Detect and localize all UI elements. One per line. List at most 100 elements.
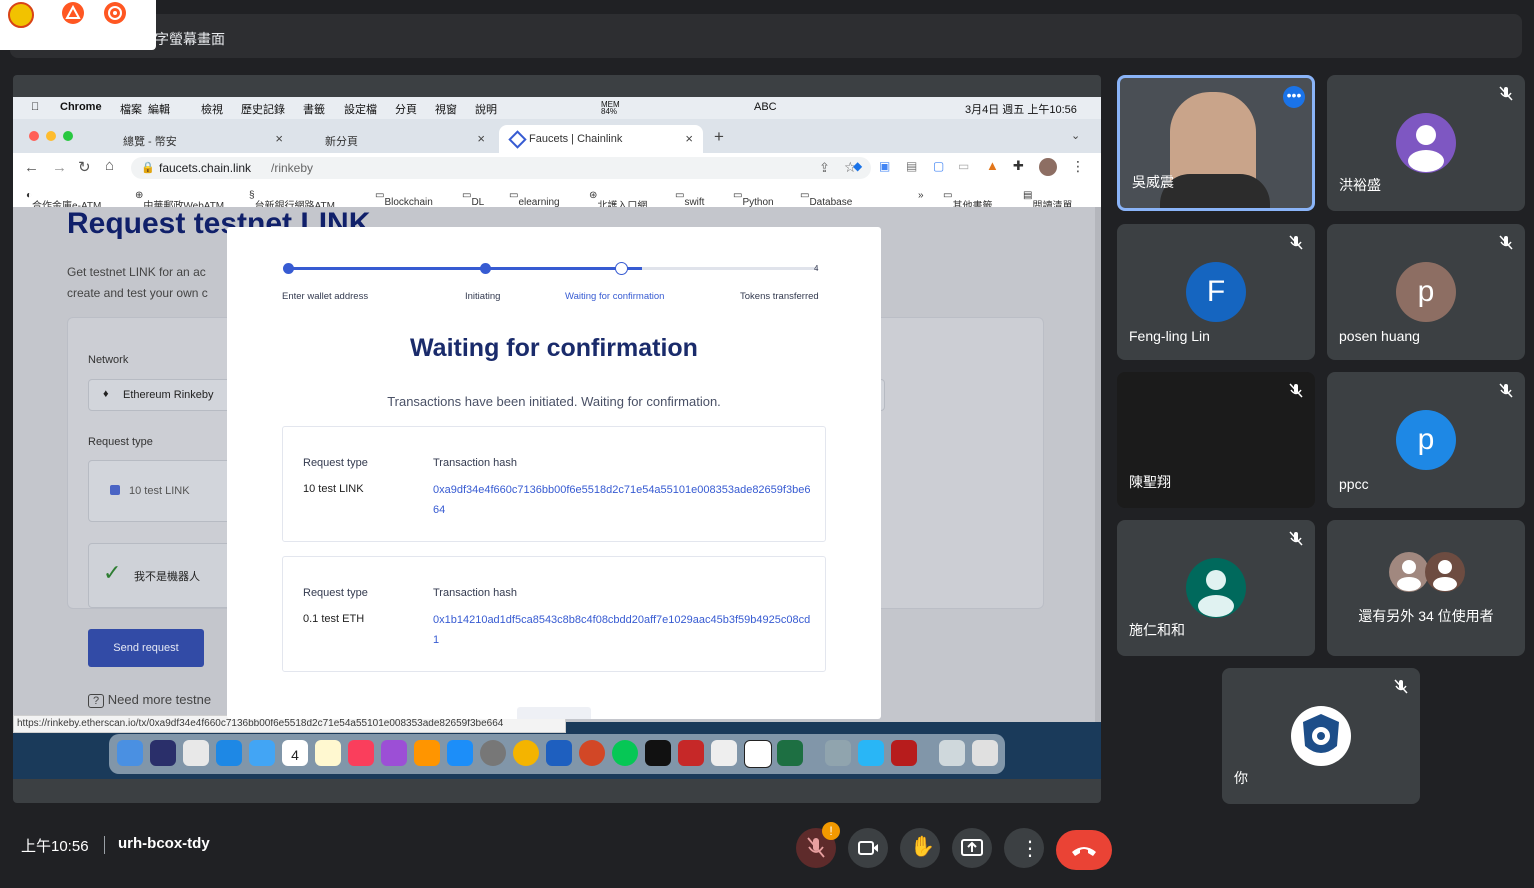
app-store-icon[interactable] <box>447 740 473 766</box>
trash-icon[interactable] <box>972 740 998 766</box>
dictionary-icon[interactable] <box>891 740 917 766</box>
participant-tile[interactable]: 陳聖翔 <box>1117 372 1315 508</box>
new-tab-button[interactable]: + <box>714 127 724 147</box>
omnibox[interactable]: 🔒 faucets.chain.link /rinkeby ⇪ ☆ <box>131 157 871 179</box>
other-bookmarks[interactable]: ▭ 其他書籤 <box>943 190 992 212</box>
more-options-icon[interactable]: ••• <box>1283 86 1305 108</box>
more-bookmarks-chevron[interactable]: » <box>918 190 924 201</box>
participant-tile[interactable]: 洪裕盛 <box>1327 75 1525 211</box>
menu-app-name[interactable]: Chrome <box>60 101 102 113</box>
need-more-link[interactable]: ? Need more testne <box>88 692 211 708</box>
powerpoint-icon[interactable] <box>579 740 605 766</box>
triangle-app-icon[interactable] <box>62 2 84 24</box>
meeting-code[interactable]: urh-bcox-tdy <box>118 835 210 852</box>
mic-toggle-button[interactable]: ! <box>796 822 840 868</box>
music-icon[interactable] <box>348 740 374 766</box>
page-scrollbar[interactable] <box>1095 207 1101 722</box>
forward-icon[interactable]: → <box>52 159 67 176</box>
apple-icon[interactable]:  <box>31 101 39 113</box>
screenshot-app-icon[interactable] <box>825 740 851 766</box>
present-screen-button[interactable] <box>952 828 992 868</box>
bookmark-item[interactable]: § 台新銀行網路ATM... <box>249 190 343 212</box>
modal-footer-button[interactable] <box>517 707 591 719</box>
notion-icon[interactable] <box>744 740 772 768</box>
menu-item[interactable]: 視窗 <box>435 101 457 117</box>
calendar-icon[interactable]: 4 <box>282 740 308 766</box>
checkbox-checked-icon[interactable] <box>110 485 120 495</box>
leave-call-button[interactable] <box>1056 830 1112 870</box>
menu-item[interactable]: 編輯 <box>148 101 170 117</box>
back-icon[interactable]: ← <box>24 159 39 176</box>
reload-icon[interactable]: ↻ <box>78 158 91 176</box>
finder-icon[interactable] <box>117 740 143 766</box>
star-app-icon[interactable] <box>104 2 126 24</box>
close-tab-icon[interactable]: × <box>275 131 283 146</box>
others-tile[interactable]: 還有另外 34 位使用者 <box>1327 520 1525 656</box>
participant-tile[interactable]: 施仁和和 <box>1117 520 1315 656</box>
launchpad-icon[interactable] <box>183 740 209 766</box>
home-icon[interactable]: ⌂ <box>105 157 114 174</box>
participant-tile[interactable]: p posen huang <box>1327 224 1525 360</box>
menu-item[interactable]: 書籤 <box>303 101 325 117</box>
bookmark-folder[interactable]: ▭ elearning <box>509 190 560 208</box>
profile-avatar[interactable] <box>1039 158 1057 176</box>
extension-icon[interactable]: ▭ <box>958 159 969 173</box>
raise-hand-button[interactable]: ✋ <box>900 828 940 868</box>
bookmark-item[interactable]: ⊛ 北護入口網 <box>589 190 647 212</box>
bookmark-folder[interactable]: ▭ Python <box>733 190 774 208</box>
menu-item[interactable]: 檢視 <box>201 101 223 117</box>
chevron-down-icon[interactable]: ⌄ <box>1071 129 1080 142</box>
system-preferences-icon[interactable] <box>480 740 506 766</box>
self-tile[interactable]: 你 <box>1222 668 1420 804</box>
metamask-fox-icon[interactable]: ▲ <box>986 158 999 173</box>
tx-hash-link[interactable]: 0xa9df34e4f660c7136bb00f6e5518d2c71e54a5… <box>433 480 813 520</box>
mail-icon[interactable] <box>249 740 275 766</box>
bookmark-folder[interactable]: ▭ Blockchain <box>375 190 433 208</box>
send-request-button[interactable]: Send request <box>88 629 204 667</box>
more-menu-icon[interactable]: ⋮ <box>1071 158 1085 175</box>
menu-clock[interactable]: 3月4日 週五 上午10:56 <box>965 101 1077 117</box>
participant-tile-speaking[interactable]: ••• 吳威震 <box>1117 75 1315 211</box>
menu-item[interactable]: 設定檔 <box>344 101 377 117</box>
extension-icon[interactable]: ▣ <box>879 159 890 173</box>
menu-item[interactable]: 檔案 <box>120 101 142 117</box>
extension-icon[interactable]: ▤ <box>906 159 917 173</box>
mem-indicator[interactable]: MEM 84% <box>601 101 625 116</box>
bookmark-folder[interactable]: ▭ DL <box>462 190 484 208</box>
siri-icon[interactable] <box>150 740 176 766</box>
puzzle-extensions-icon[interactable]: ✚ <box>1013 158 1024 174</box>
recaptcha-box[interactable]: ✓ 我不是機器人 <box>88 543 240 608</box>
textedit-icon[interactable] <box>711 740 737 766</box>
bookmark-folder[interactable]: ▭ Database <box>800 190 852 208</box>
bookmark-item[interactable]: ⊕ 中華郵政WebATM <box>135 190 224 212</box>
reading-list[interactable]: ▤ 閱讀清單 <box>1023 190 1072 212</box>
tx-hash-link[interactable]: 0x1b14210ad1df5ca8543c8b8c4f08cbdd20aff7… <box>433 610 813 650</box>
tab-new-tab[interactable]: 新分頁 × <box>295 125 495 153</box>
books-icon[interactable] <box>414 740 440 766</box>
menu-item[interactable]: 分頁 <box>395 101 417 117</box>
maximize-window-icon[interactable] <box>63 131 73 141</box>
notes-icon[interactable] <box>315 740 341 766</box>
participant-tile[interactable]: F Feng-ling Lin <box>1117 224 1315 360</box>
bookmark-item[interactable]: ◐ 合作金庫e-ATM <box>26 190 101 212</box>
downloads-stack-icon[interactable] <box>939 740 965 766</box>
tab-faucets[interactable]: Faucets | Chainlink × <box>499 125 703 153</box>
keynote-icon[interactable] <box>858 740 884 766</box>
podcasts-icon[interactable] <box>381 740 407 766</box>
safari-icon[interactable] <box>216 740 242 766</box>
extension-icon[interactable]: ◆ <box>853 159 862 173</box>
chrome-icon[interactable] <box>513 740 539 766</box>
request-option-link[interactable]: 10 test LINK <box>88 460 240 522</box>
terminal-icon[interactable] <box>645 740 671 766</box>
camera-toggle-button[interactable] <box>848 828 888 868</box>
minimize-window-icon[interactable] <box>46 131 56 141</box>
line-icon[interactable] <box>612 740 638 766</box>
share-icon[interactable]: ⇪ <box>819 160 830 176</box>
menu-item[interactable]: 歷史記錄 <box>241 101 285 117</box>
emblem-icon[interactable] <box>8 2 34 28</box>
close-window-icon[interactable] <box>29 131 39 141</box>
word-icon[interactable] <box>546 740 572 766</box>
tab-binance[interactable]: 總覽 - 幣安 × <box>93 125 293 153</box>
extension-icon[interactable]: ▢ <box>933 159 944 173</box>
participant-tile[interactable]: p ppcc <box>1327 372 1525 508</box>
